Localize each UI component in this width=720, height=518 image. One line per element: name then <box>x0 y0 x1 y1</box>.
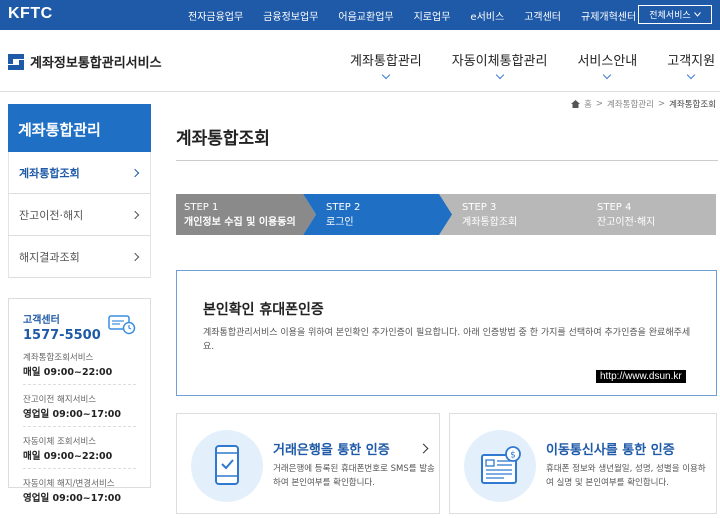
top-link-giro[interactable]: 지로업무 <box>414 8 451 23</box>
step-indicator: STEP 1 개인정보 수집 및 이용동의 STEP 2 로그인 STEP 3 계좌통… <box>176 194 716 235</box>
auth-title: 본인확인 휴대폰인증 <box>203 302 324 318</box>
top-link-eservice[interactable]: e서비스 <box>470 8 504 23</box>
phone-check-icon <box>215 445 239 485</box>
chevron-right-icon <box>418 443 429 454</box>
breadcrumb-current: 계좌통합조회 <box>669 100 716 110</box>
auth-description: 계좌통합관리서비스 이용을 위하여 본인확인 추가인증이 필요합니다. 아래 인… <box>203 328 691 352</box>
service-brand[interactable]: 계좌정보통합관리서비스 <box>8 52 162 71</box>
customer-center-box: 고객센터 1577-5500 계좌통합조회서비스 매일 09:00~22:00 … <box>8 298 151 504</box>
sidebar-item-balance-transfer[interactable]: 잔고이전·해지 <box>8 194 151 236</box>
sidebar-item-label: 잔고이전·해지 <box>19 208 84 222</box>
breadcrumb-section[interactable]: 계좌통합관리 <box>607 98 654 110</box>
step-3: STEP 3 계좌통합조회 <box>462 202 518 228</box>
nav-autopay-management[interactable]: 자동이체통합관리 <box>452 50 547 80</box>
call-center-icon <box>108 315 136 335</box>
carrier-auth-title: 이동통신사를 통한 인증 <box>546 443 675 458</box>
chevron-down-icon <box>381 70 391 80</box>
step-1: STEP 1 개인정보 수집 및 이용동의 <box>184 202 296 228</box>
sidebar-item-account-inquiry[interactable]: 계좌통합조회 <box>8 152 151 194</box>
chevron-right-icon <box>130 210 140 219</box>
top-link-financial-info[interactable]: 금융정보업무 <box>263 8 318 23</box>
nav-service-guide[interactable]: 서비스안내 <box>577 50 637 80</box>
top-link-bill-exchange[interactable]: 어음교환업무 <box>338 8 393 23</box>
chevron-down-icon <box>603 70 612 80</box>
nav-customer-support[interactable]: 고객지원 <box>667 50 715 80</box>
watermark-text: http://www.dsun.kr <box>596 370 686 383</box>
sidebar-title: 계좌통합관리 <box>8 104 151 152</box>
all-services-label: 전체서비스 <box>649 11 691 21</box>
carrier-auth-card[interactable]: $ 이동통신사를 통한 인증 휴대폰 정보와 생년월일, 성명, 성별을 이용하… <box>449 413 717 514</box>
home-icon[interactable] <box>571 100 581 108</box>
all-services-button[interactable]: 전체서비스 <box>638 5 712 24</box>
page-title: 계좌통합조회 <box>176 129 270 149</box>
hours-row: 계좌통합조회서비스 매일 09:00~22:00 <box>23 353 113 378</box>
brand-logo-icon <box>8 53 24 70</box>
carrier-auth-desc: 휴대폰 정보와 생년월일, 성명, 성별을 이용하여 실명 및 본인여부를 확인… <box>546 464 706 488</box>
chevron-right-icon <box>130 252 140 261</box>
top-link-regulation-center[interactable]: 규제개혁센터 <box>581 8 636 23</box>
bank-auth-title: 거래은행을 통한 인증 <box>273 443 390 458</box>
bank-auth-card[interactable]: 거래은행을 통한 인증 거래은행에 등록된 휴대폰번호로 SMS를 발송하여 본… <box>176 413 440 514</box>
breadcrumb-home[interactable]: 홈 <box>584 98 592 110</box>
sidebar-item-label: 해지결과조회 <box>19 250 80 264</box>
top-link-electronic-finance[interactable]: 전자금융업무 <box>188 8 243 23</box>
site-header: 계좌정보통합관리서비스 계좌통합관리 자동이체통합관리 서비스안내 고객지원 <box>0 30 720 92</box>
hours-row: 자동이체 조회서비스 매일 09:00~22:00 <box>23 437 113 462</box>
nav-account-management[interactable]: 계좌통합관리 <box>350 50 422 80</box>
main-nav: 계좌통합관리 자동이체통합관리 서비스안내 고객지원 <box>350 50 720 80</box>
step-2: STEP 2 로그인 <box>326 202 361 228</box>
icon-circle: $ <box>464 430 536 502</box>
brand-name: 계좌정보통합관리서비스 <box>30 56 162 71</box>
top-bar: KFTC 전자금융업무 금융정보업무 어음교환업무 지로업무 e서비스 고객센터… <box>0 0 720 30</box>
breadcrumb: 홈 > 계좌통합관리 > 계좌통합조회 <box>571 98 716 110</box>
chevron-right-icon <box>130 168 140 177</box>
top-links: 전자금융업무 금융정보업무 어음교환업무 지로업무 e서비스 고객센터 규제개혁… <box>188 0 656 30</box>
step-4: STEP 4 잔고이전·해지 <box>597 202 656 228</box>
title-divider <box>176 160 718 161</box>
sidebar-item-label: 계좌통합조회 <box>19 166 80 180</box>
kftc-logo[interactable]: KFTC <box>8 5 53 23</box>
top-link-customer-center[interactable]: 고객센터 <box>524 8 561 23</box>
chevron-down-icon <box>686 70 696 80</box>
svg-text:$: $ <box>510 451 516 461</box>
sidebar-item-termination-result[interactable]: 해지결과조회 <box>8 236 151 278</box>
id-document-icon: $ <box>481 446 521 484</box>
hours-row: 잔고이전 해지서비스 영업일 09:00~17:00 <box>23 395 121 420</box>
sidebar: 계좌통합관리 계좌통합조회 잔고이전·해지 해지결과조회 <box>8 104 151 278</box>
chevron-down-icon <box>693 12 701 17</box>
icon-circle <box>191 430 263 502</box>
hours-row: 자동이체 해지/변경서비스 영업일 09:00~17:00 <box>23 479 121 504</box>
bank-auth-desc: 거래은행에 등록된 휴대폰번호로 SMS를 발송하여 본인여부를 확인합니다. <box>273 464 435 488</box>
chevron-down-icon <box>495 70 504 80</box>
